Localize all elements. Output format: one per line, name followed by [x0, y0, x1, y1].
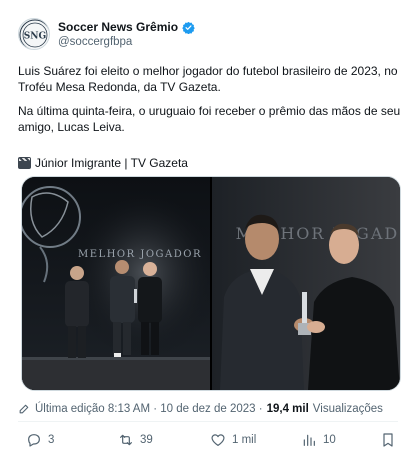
clapperboard-icon [18, 157, 31, 169]
bar-chart-icon [303, 434, 315, 446]
like-button[interactable]: 1 mil [210, 432, 256, 448]
heart-icon [211, 434, 225, 446]
tweet-header: SNG Soccer News Grêmio @soccergfbpa [18, 18, 398, 52]
views-count-text: 19,4 mil [266, 402, 309, 415]
author-avatar[interactable]: SNG [18, 18, 50, 50]
views-button[interactable]: 10 [301, 432, 336, 448]
tweet-text-paragraph-2: Na última quinta-feira, o uruguaio foi r… [18, 104, 401, 134]
repost-icon [120, 434, 132, 446]
tweet-text-paragraph-1: Luis Suárez foi eleito o melhor jogador … [18, 64, 398, 94]
actions-divider [18, 421, 398, 422]
reply-count: 3 [48, 434, 55, 446]
tweet-media[interactable]: MELHOR JOGADOR MELHOR GAD [21, 176, 401, 391]
photo-credit-text: Júnior Imigrante | TV Gazeta [35, 156, 188, 170]
edited-timestamp-text[interactable]: Última edição 8:13 AM · 10 de dez de 202… [35, 403, 263, 415]
author-handle[interactable]: @soccergfbpa [58, 36, 132, 48]
media-photo-stage[interactable]: MELHOR JOGADOR [22, 177, 210, 390]
media-photo-handover[interactable]: MELHOR JOGADOR [212, 177, 400, 390]
photo-credit: Júnior Imigrante | TV Gazeta [18, 156, 188, 170]
tweet-actions-bar: 3 39 1 mil 10 [18, 428, 398, 454]
repost-button[interactable]: 39 [118, 432, 153, 448]
tweet-edit-info: Última edição 8:13 AM · 10 de dez de 202… [18, 402, 383, 415]
bookmark-icon [383, 433, 393, 447]
bookmark-button[interactable] [380, 432, 396, 448]
repost-count: 39 [140, 434, 153, 446]
verified-badge-icon [182, 21, 195, 34]
author-name[interactable]: Soccer News Grêmio [58, 20, 178, 34]
stage-screen-text: MELHOR JOGADOR [78, 249, 202, 260]
avatar-logo-text: SNG [24, 32, 46, 42]
reply-icon [28, 434, 40, 447]
edit-pencil-icon [19, 404, 29, 414]
like-count: 1 mil [232, 434, 257, 446]
reply-button[interactable]: 3 [26, 432, 54, 448]
views-count: 10 [323, 434, 336, 446]
views-label-text: Visualizações [312, 402, 383, 415]
